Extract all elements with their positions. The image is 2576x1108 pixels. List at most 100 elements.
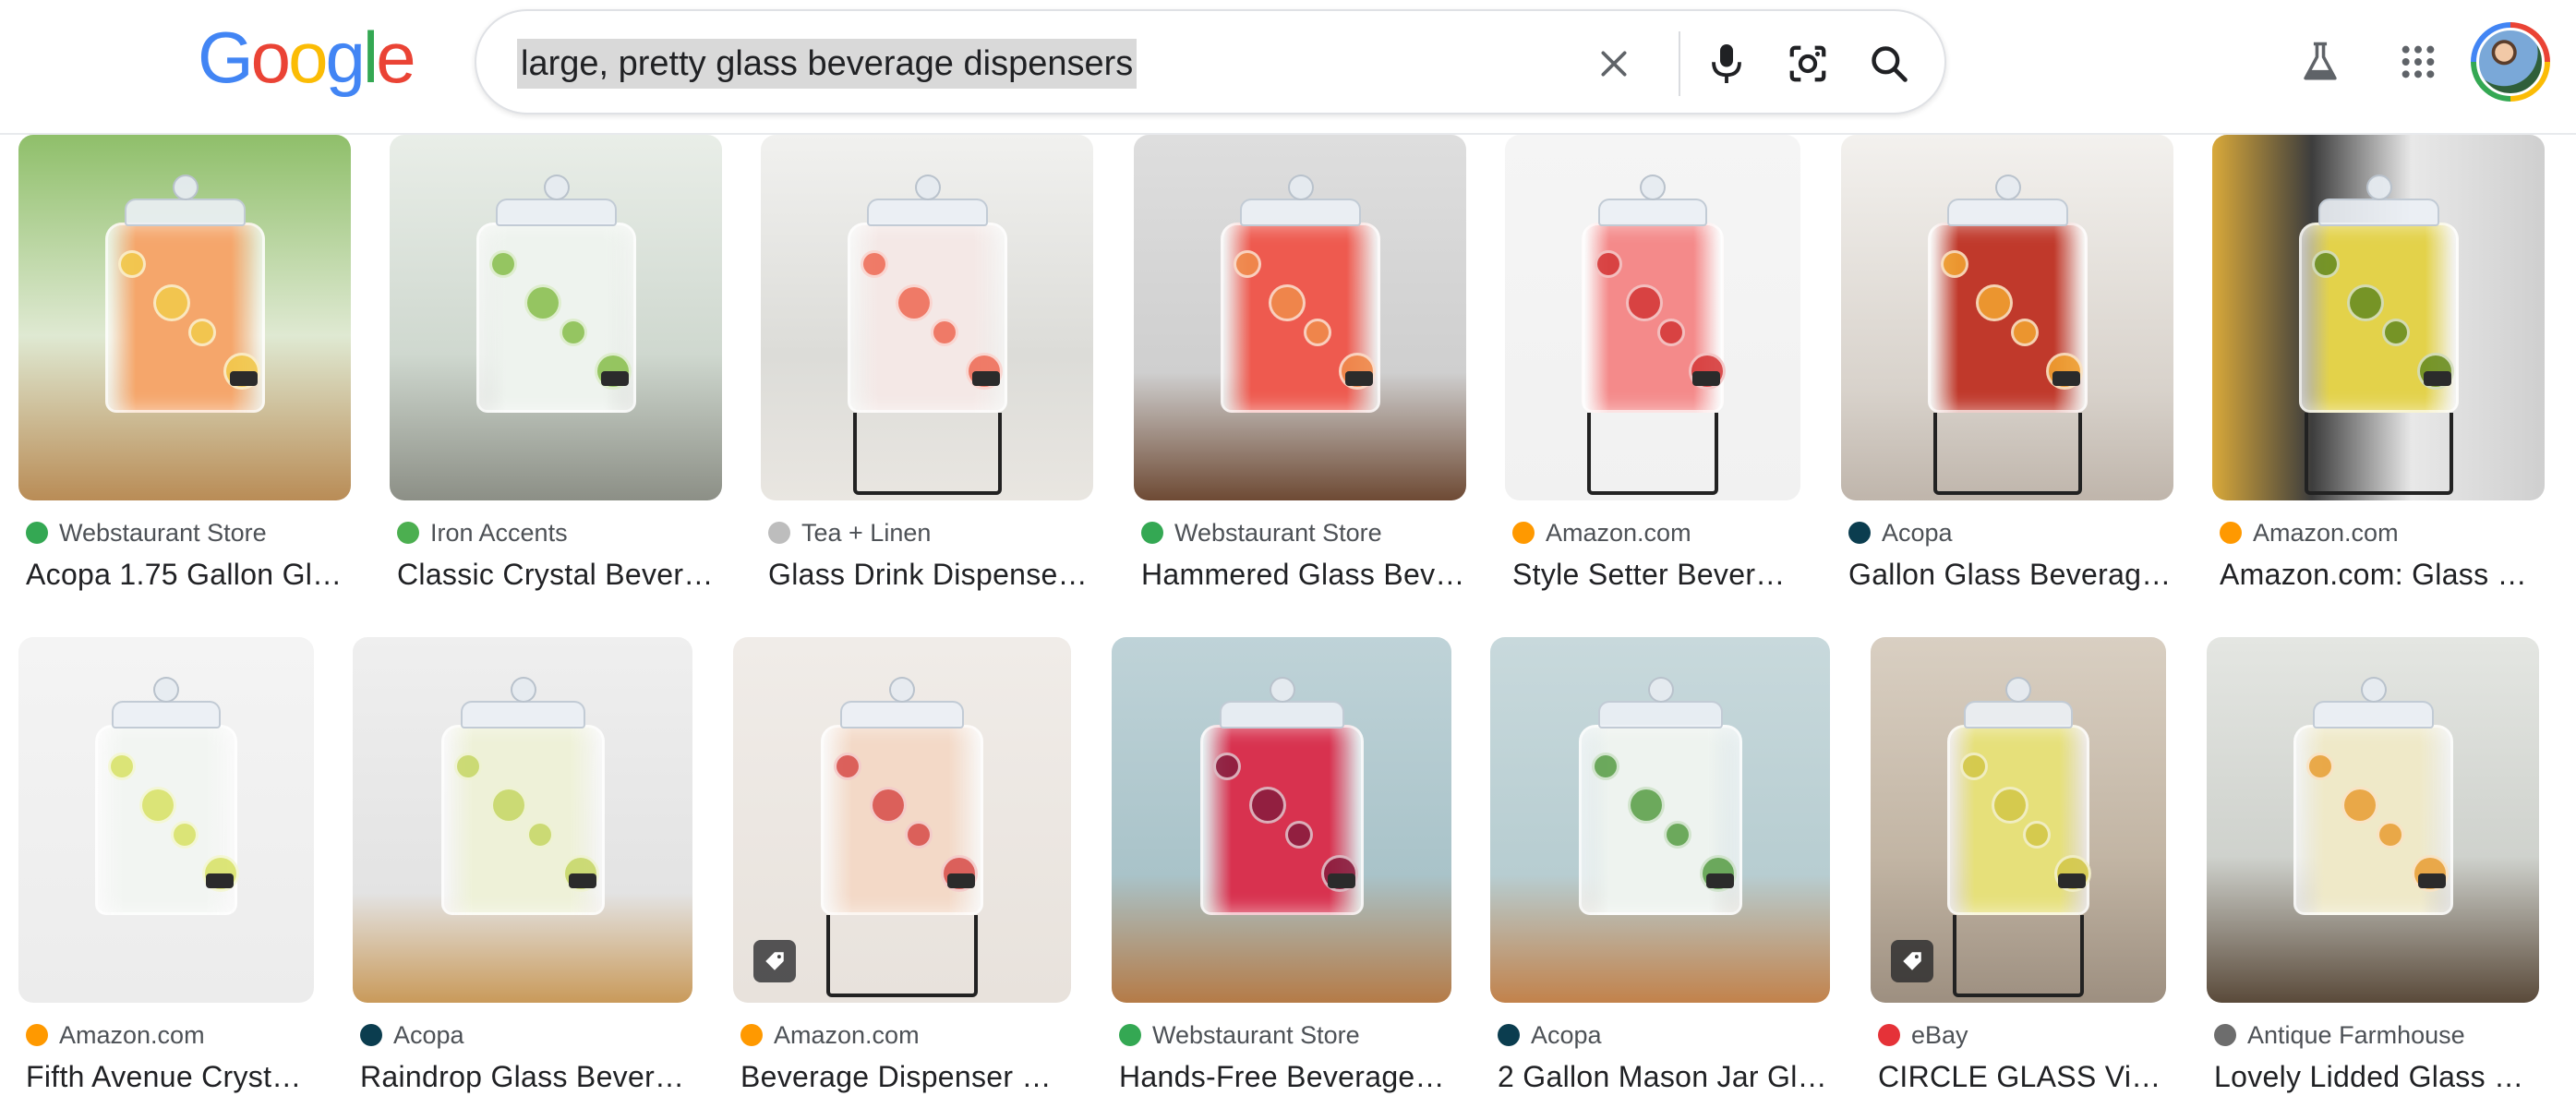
- image-result-card[interactable]: eBay CIRCLE GLASS Vi…: [1871, 637, 2166, 1108]
- result-title[interactable]: Fifth Avenue Cryst…: [26, 1056, 314, 1097]
- result-thumbnail[interactable]: [18, 135, 351, 500]
- result-source[interactable]: Amazon.com: [2220, 517, 2399, 548]
- result-title[interactable]: Hands-Free Beverage…: [1119, 1056, 1451, 1097]
- amazon-icon: [740, 1024, 763, 1046]
- image-result-card[interactable]: Amazon.com Style Setter Bever…: [1505, 135, 1800, 639]
- result-title[interactable]: Glass Drink Dispense…: [768, 554, 1093, 595]
- fruit-slice: [170, 821, 199, 849]
- fruit-slice: [138, 787, 176, 824]
- fruit-slice: [2022, 821, 2051, 849]
- close-icon[interactable]: [1586, 36, 1642, 91]
- result-thumbnail[interactable]: [18, 637, 314, 1003]
- image-result-card[interactable]: Amazon.com Amazon.com: Glass …: [2212, 135, 2545, 639]
- result-thumbnail[interactable]: [2207, 637, 2539, 1003]
- profile-avatar[interactable]: [2471, 22, 2550, 102]
- dispenser-spigot: [947, 873, 976, 888]
- search-input[interactable]: large, pretty glass beverage dispensers: [517, 39, 1138, 89]
- result-thumbnail[interactable]: [733, 637, 1071, 1003]
- result-thumbnail[interactable]: [1490, 637, 1830, 1003]
- fruit-slice: [1595, 250, 1622, 278]
- fruit-slice: [2306, 753, 2334, 780]
- logo-letter: e: [376, 17, 415, 98]
- result-title[interactable]: Style Setter Bever…: [1512, 554, 1800, 595]
- image-result-card[interactable]: Amazon.com Fifth Avenue Cryst…: [18, 637, 314, 1108]
- image-result-card[interactable]: Acopa Raindrop Glass Bever…: [353, 637, 692, 1108]
- result-source[interactable]: Acopa: [360, 1019, 464, 1051]
- result-thumbnail[interactable]: [1871, 637, 2166, 1003]
- result-source-label: Acopa: [1531, 1020, 1602, 1049]
- image-result-card[interactable]: Webstaurant Store Hammered Glass Bev…: [1134, 135, 1466, 639]
- result-source[interactable]: eBay: [1878, 1019, 1968, 1051]
- ebay-icon: [1878, 1024, 1900, 1046]
- fruit-slice: [1213, 753, 1241, 780]
- lid-knob: [914, 175, 941, 200]
- result-source-label: eBay: [1911, 1020, 1968, 1049]
- search-divider: [1679, 31, 1680, 96]
- result-thumbnail[interactable]: [390, 135, 722, 500]
- search-box[interactable]: large, pretty glass beverage dispensers: [475, 9, 1946, 114]
- fruit-slice: [2341, 787, 2379, 824]
- apps-grid-icon[interactable]: [2388, 31, 2449, 92]
- result-source[interactable]: Amazon.com: [1512, 517, 1691, 548]
- product-tag-icon: [753, 940, 796, 982]
- lid-knob: [2360, 677, 2387, 703]
- result-source[interactable]: Webstaurant Store: [1141, 517, 1382, 548]
- image-result-card[interactable]: Amazon.com Beverage Dispenser …: [733, 637, 1071, 1108]
- lid-knob: [1287, 175, 1314, 200]
- result-source[interactable]: Webstaurant Store: [26, 517, 267, 548]
- result-title[interactable]: Lovely Lidded Glass B…: [2214, 1056, 2539, 1097]
- result-source[interactable]: Webstaurant Store: [1119, 1019, 1360, 1051]
- logo-letter: o: [288, 17, 328, 98]
- result-thumbnail[interactable]: [2212, 135, 2545, 500]
- camera-search-icon[interactable]: [1780, 36, 1836, 91]
- result-title[interactable]: Acopa 1.75 Gallon Gl…: [26, 554, 351, 595]
- result-source[interactable]: Iron Accents: [397, 517, 568, 548]
- result-source[interactable]: Amazon.com: [26, 1019, 205, 1051]
- result-title[interactable]: 2 Gallon Mason Jar Gl…: [1498, 1056, 1830, 1097]
- search-icon[interactable]: [1861, 36, 1917, 91]
- search-header: Google large, pretty glass beverage disp…: [0, 0, 2576, 135]
- dispenser-lid: [866, 199, 989, 226]
- result-source[interactable]: Tea + Linen: [768, 517, 931, 548]
- image-result-card[interactable]: Tea + Linen Glass Drink Dispense…: [761, 135, 1093, 639]
- result-source[interactable]: Acopa: [1848, 517, 1953, 548]
- webstaurant-icon: [1141, 522, 1163, 544]
- result-title[interactable]: Gallon Glass Beverag…: [1848, 554, 2173, 595]
- google-logo[interactable]: Google: [198, 17, 416, 98]
- labs-flask-icon[interactable]: [2290, 31, 2351, 92]
- result-thumbnail[interactable]: [761, 135, 1093, 500]
- result-title[interactable]: Beverage Dispenser …: [740, 1056, 1071, 1097]
- result-source[interactable]: Amazon.com: [740, 1019, 920, 1051]
- image-result-card[interactable]: Antique Farmhouse Lovely Lidded Glass B…: [2207, 637, 2539, 1108]
- dispenser-lid: [1598, 199, 1707, 226]
- result-thumbnail[interactable]: [1134, 135, 1466, 500]
- result-thumbnail[interactable]: [353, 637, 692, 1003]
- result-title[interactable]: Raindrop Glass Bever…: [360, 1056, 692, 1097]
- result-source-label: Amazon.com: [59, 1020, 205, 1049]
- image-result-card[interactable]: Webstaurant Store Hands-Free Beverage…: [1112, 637, 1451, 1108]
- dispenser-lid: [112, 701, 221, 729]
- fruit-slice: [1627, 787, 1665, 824]
- result-title[interactable]: CIRCLE GLASS Vi…: [1878, 1056, 2166, 1097]
- result-source[interactable]: Antique Farmhouse: [2214, 1019, 2465, 1051]
- fruit-slice: [2312, 250, 2340, 278]
- fruit-slice: [1960, 753, 1988, 780]
- image-result-card[interactable]: Acopa Gallon Glass Beverag…: [1841, 135, 2173, 639]
- fruit-slice: [1656, 319, 1685, 346]
- fruit-slice: [153, 284, 191, 321]
- dispenser-spigot: [1692, 370, 1721, 386]
- result-thumbnail[interactable]: [1112, 637, 1451, 1003]
- image-result-card[interactable]: Webstaurant Store Acopa 1.75 Gallon Gl…: [18, 135, 351, 639]
- microphone-icon[interactable]: [1699, 36, 1754, 91]
- amazon-icon: [1512, 522, 1535, 544]
- fruit-slice: [896, 284, 933, 321]
- dispenser-spigot: [1344, 370, 1373, 386]
- result-thumbnail[interactable]: [1505, 135, 1800, 500]
- result-title[interactable]: Classic Crystal Bever…: [397, 554, 722, 595]
- result-source[interactable]: Acopa: [1498, 1019, 1602, 1051]
- image-result-card[interactable]: Iron Accents Classic Crystal Bever…: [390, 135, 722, 639]
- result-title[interactable]: Hammered Glass Bev…: [1141, 554, 1466, 595]
- result-thumbnail[interactable]: [1841, 135, 2173, 500]
- result-title[interactable]: Amazon.com: Glass …: [2220, 554, 2545, 595]
- image-result-card[interactable]: Acopa 2 Gallon Mason Jar Gl…: [1490, 637, 1830, 1108]
